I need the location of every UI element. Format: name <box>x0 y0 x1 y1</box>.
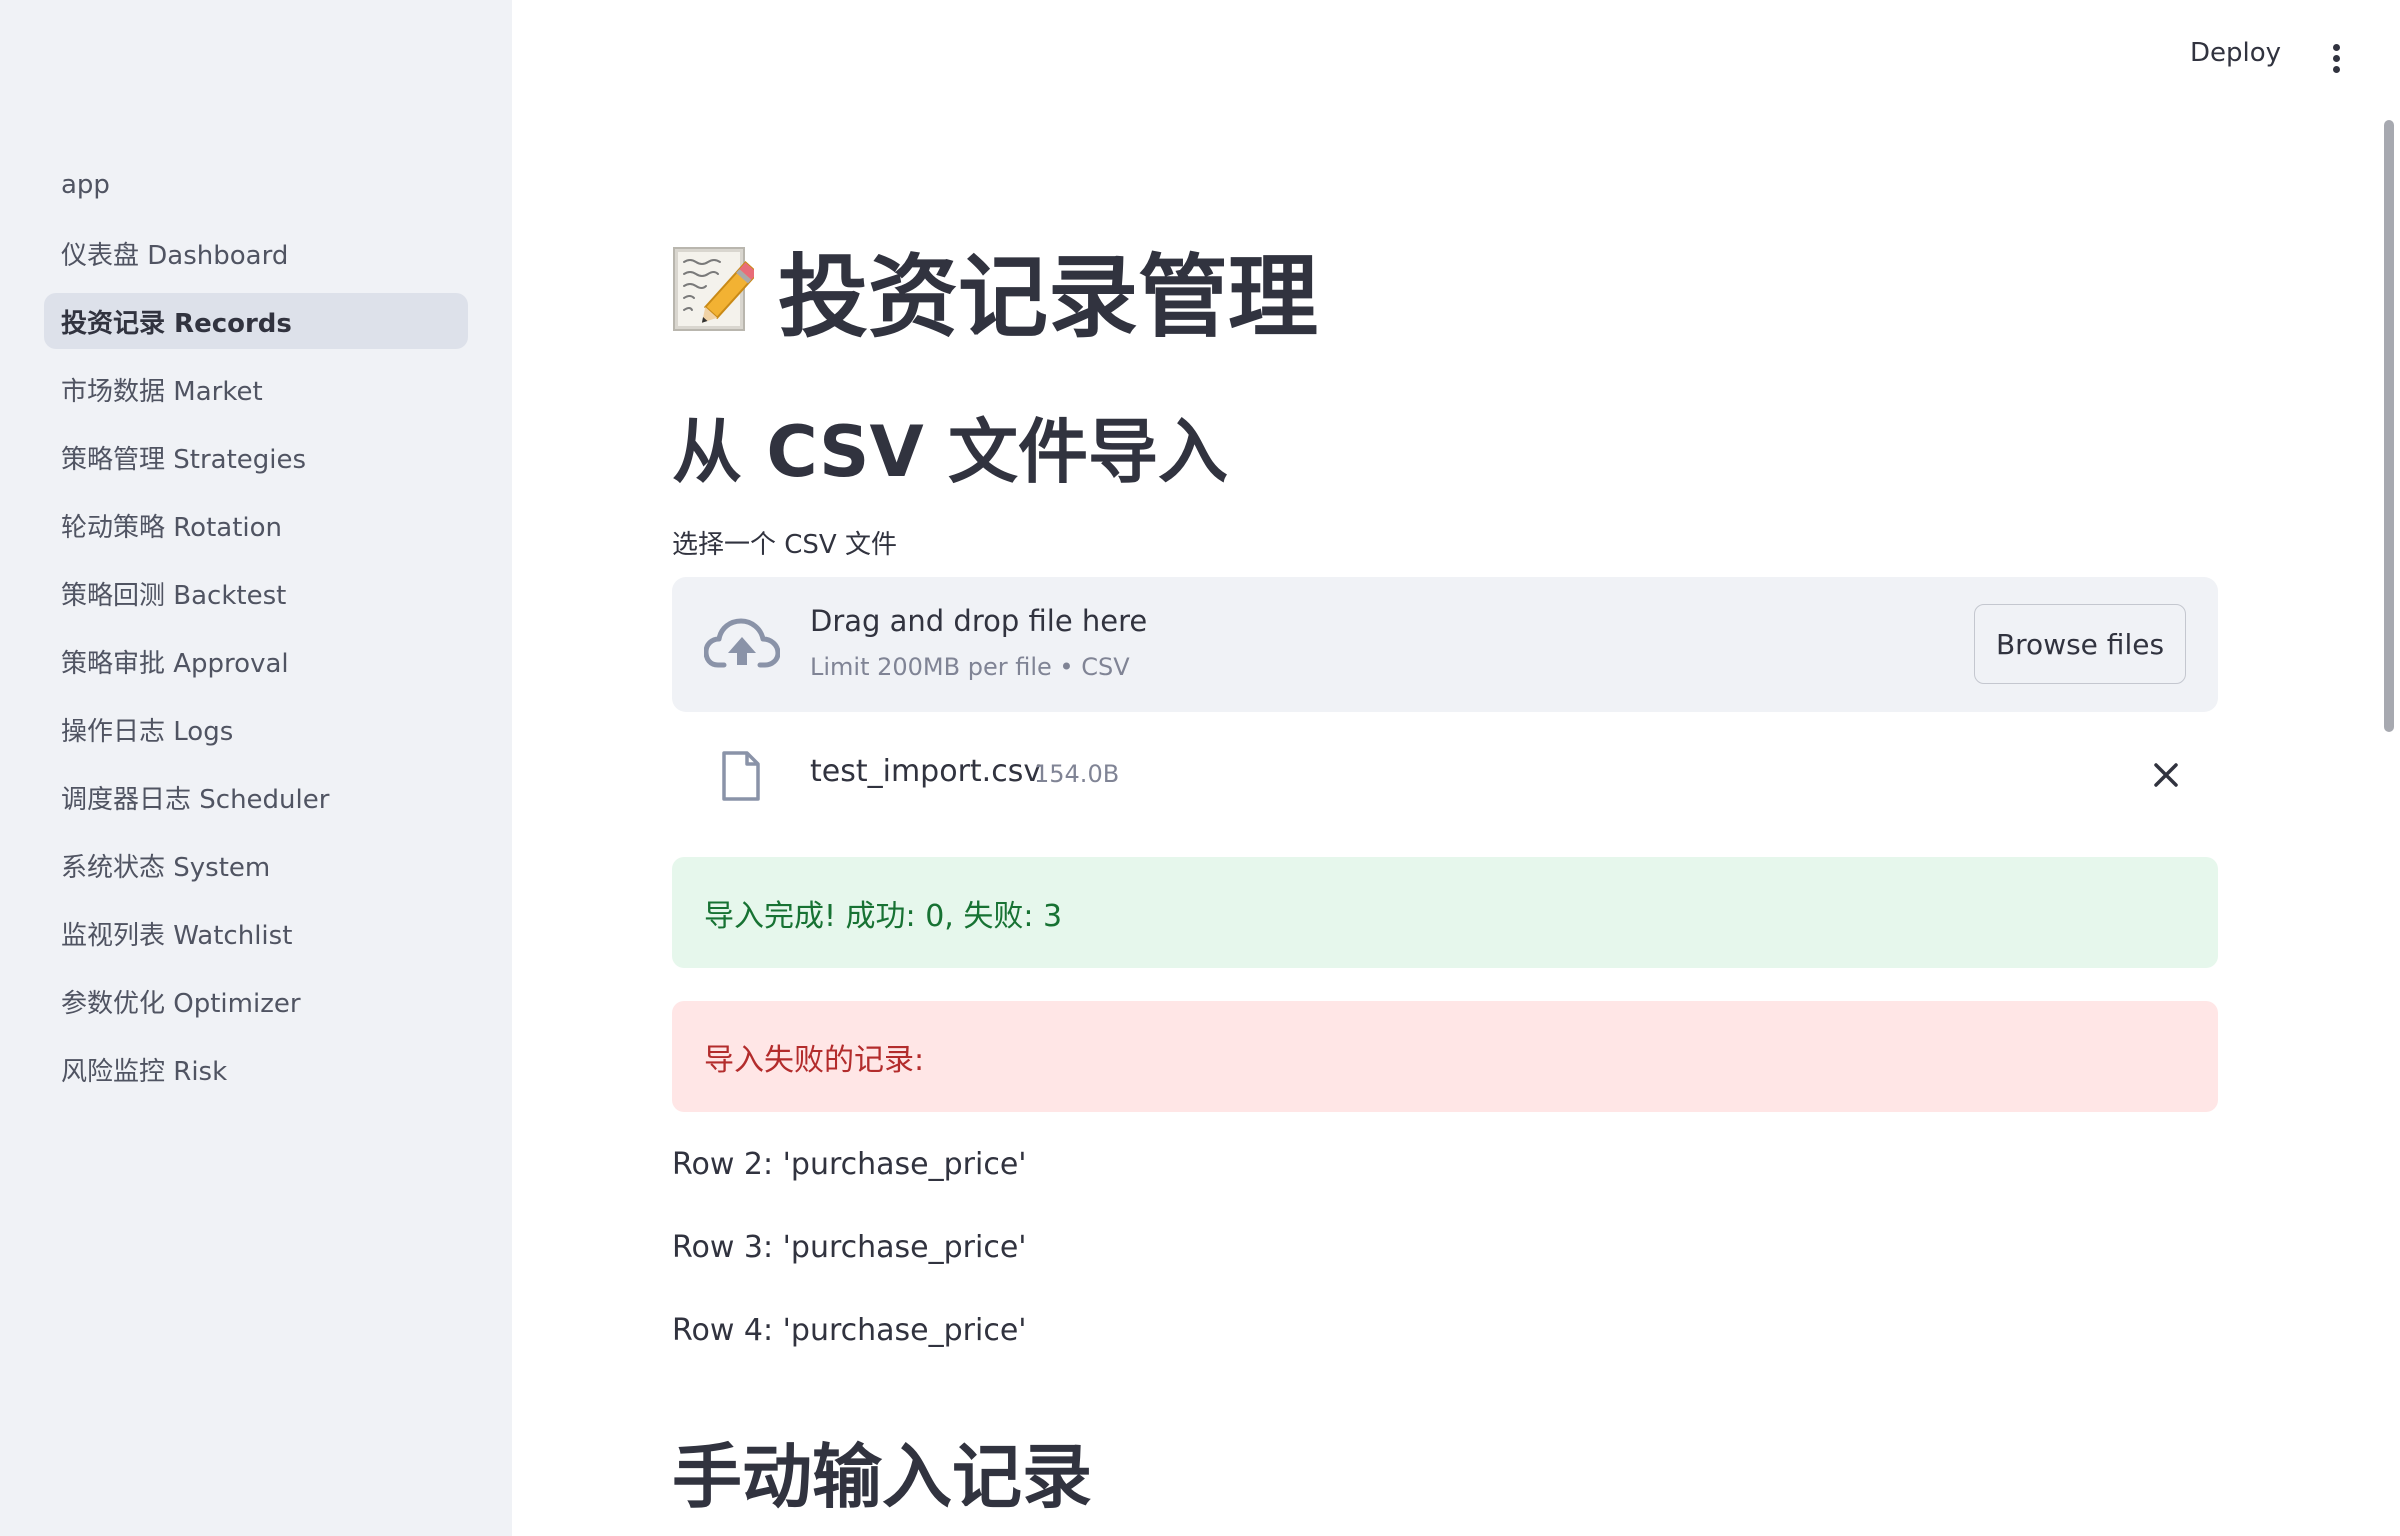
main-menu-icon[interactable] <box>2326 44 2346 76</box>
deploy-button[interactable]: Deploy <box>2190 38 2281 68</box>
success-alert: 导入完成! 成功: 0, 失败: 3 <box>672 857 2218 968</box>
scrollbar-thumb[interactable] <box>2384 120 2394 732</box>
cloud-upload-icon <box>704 618 780 668</box>
error-row: Row 4: 'purchase_price' <box>672 1313 1027 1348</box>
sidebar-nav: app 仪表盘 Dashboard 投资记录 Records 市场数据 Mark… <box>44 157 468 1109</box>
sidebar-item-rotation[interactable]: 轮动策略 Rotation <box>44 497 468 553</box>
sidebar: app 仪表盘 Dashboard 投资记录 Records 市场数据 Mark… <box>0 0 512 1536</box>
page-title-text: 投资记录管理 <box>778 245 1318 350</box>
file-size: 154.0B <box>1034 760 1120 788</box>
sidebar-item-approval[interactable]: 策略审批 Approval <box>44 633 468 689</box>
sidebar-item-logs[interactable]: 操作日志 Logs <box>44 701 468 757</box>
error-row: Row 2: 'purchase_price' <box>672 1147 1027 1182</box>
sidebar-item-app[interactable]: app <box>44 157 468 213</box>
browse-files-button[interactable]: Browse files <box>1974 604 2186 684</box>
sidebar-item-system[interactable]: 系统状态 System <box>44 837 468 893</box>
sidebar-item-watchlist[interactable]: 监视列表 Watchlist <box>44 905 468 961</box>
sidebar-item-backtest[interactable]: 策略回测 Backtest <box>44 565 468 621</box>
import-heading: 从 CSV 文件导入 <box>672 411 1229 493</box>
sidebar-item-optimizer[interactable]: 参数优化 Optimizer <box>44 973 468 1029</box>
sidebar-item-strategies[interactable]: 策略管理 Strategies <box>44 429 468 485</box>
page-title: 投资记录管理 <box>672 224 1318 354</box>
memo-icon <box>673 247 754 331</box>
sidebar-item-risk[interactable]: 风险监控 Risk <box>44 1041 468 1097</box>
dropzone-title: Drag and drop file here <box>810 604 1148 638</box>
uploader-label: 选择一个 CSV 文件 <box>672 530 897 560</box>
file-dropzone[interactable]: Drag and drop file here Limit 200MB per … <box>672 577 2218 712</box>
sidebar-item-market[interactable]: 市场数据 Market <box>44 361 468 417</box>
uploaded-file: test_import.csv 154.0B <box>672 734 2218 818</box>
file-name: test_import.csv <box>810 754 1042 789</box>
sidebar-item-records[interactable]: 投资记录 Records <box>44 293 468 349</box>
error-row: Row 3: 'purchase_price' <box>672 1230 1027 1265</box>
sidebar-item-scheduler[interactable]: 调度器日志 Scheduler <box>44 769 468 825</box>
sidebar-item-dashboard[interactable]: 仪表盘 Dashboard <box>44 225 468 281</box>
close-icon[interactable] <box>2150 759 2182 791</box>
file-icon <box>722 751 760 801</box>
error-alert: 导入失败的记录: <box>672 1001 2218 1112</box>
dropzone-limit: Limit 200MB per file • CSV <box>810 653 1130 681</box>
manual-entry-heading: 手动输入记录 <box>672 1436 1092 1518</box>
